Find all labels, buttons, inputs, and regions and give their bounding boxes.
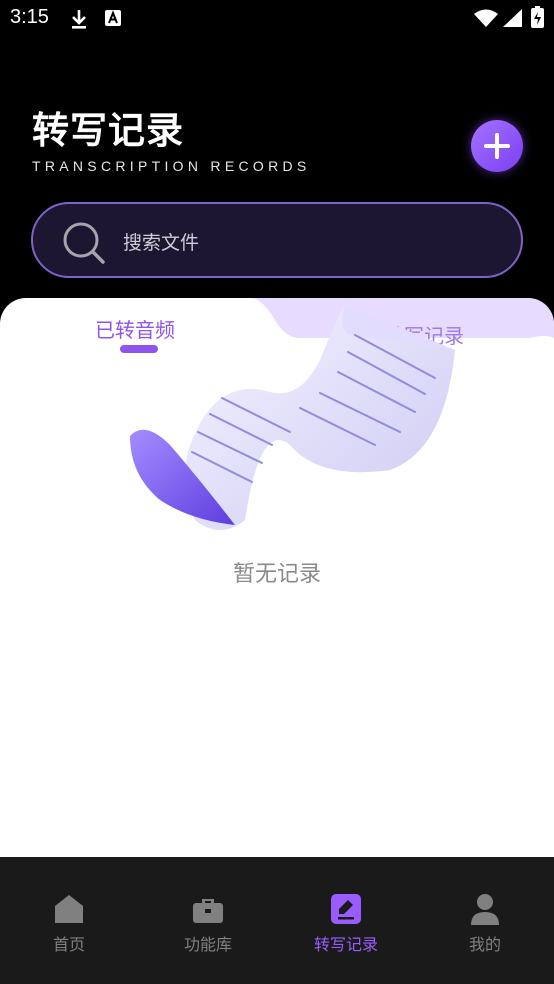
- nav-item-home[interactable]: 首页: [0, 857, 138, 957]
- empty-document-illustration: [130, 305, 456, 530]
- download-icon: [72, 10, 86, 29]
- nav-label-profile: 我的: [468, 935, 501, 954]
- add-button[interactable]: [471, 120, 523, 172]
- status-bar: 3:15: [0, 0, 554, 38]
- nav-label-records: 转写记录: [313, 935, 378, 954]
- nav-label-features: 功能库: [183, 935, 232, 954]
- home-icon: [55, 895, 83, 923]
- battery-icon: [531, 6, 544, 28]
- search-input[interactable]: 搜索文件: [31, 202, 523, 278]
- signal-icon: [503, 9, 522, 27]
- page-title: 转写记录: [32, 109, 184, 152]
- status-time: 3:15: [10, 6, 49, 28]
- edit-note-icon: [331, 894, 361, 924]
- nav-item-records[interactable]: 转写记录: [277, 857, 415, 957]
- nav-label-home: 首页: [52, 935, 85, 954]
- search-placeholder: 搜索文件: [123, 232, 200, 254]
- keyboard-a-icon: [105, 10, 121, 26]
- search-icon: [63, 222, 105, 264]
- page-subtitle: TRANSCRIPTION RECORDS: [32, 158, 311, 174]
- nav-item-profile[interactable]: 我的: [416, 857, 554, 957]
- nav-item-features[interactable]: 功能库: [139, 857, 277, 957]
- plus-icon: [484, 133, 510, 159]
- wifi-icon: [474, 9, 498, 27]
- person-icon: [471, 894, 499, 925]
- bottom-nav: 首页 功能库 转写记录 我的: [0, 857, 554, 984]
- empty-state-text: 暂无记录: [232, 562, 321, 587]
- briefcase-icon: [193, 899, 223, 923]
